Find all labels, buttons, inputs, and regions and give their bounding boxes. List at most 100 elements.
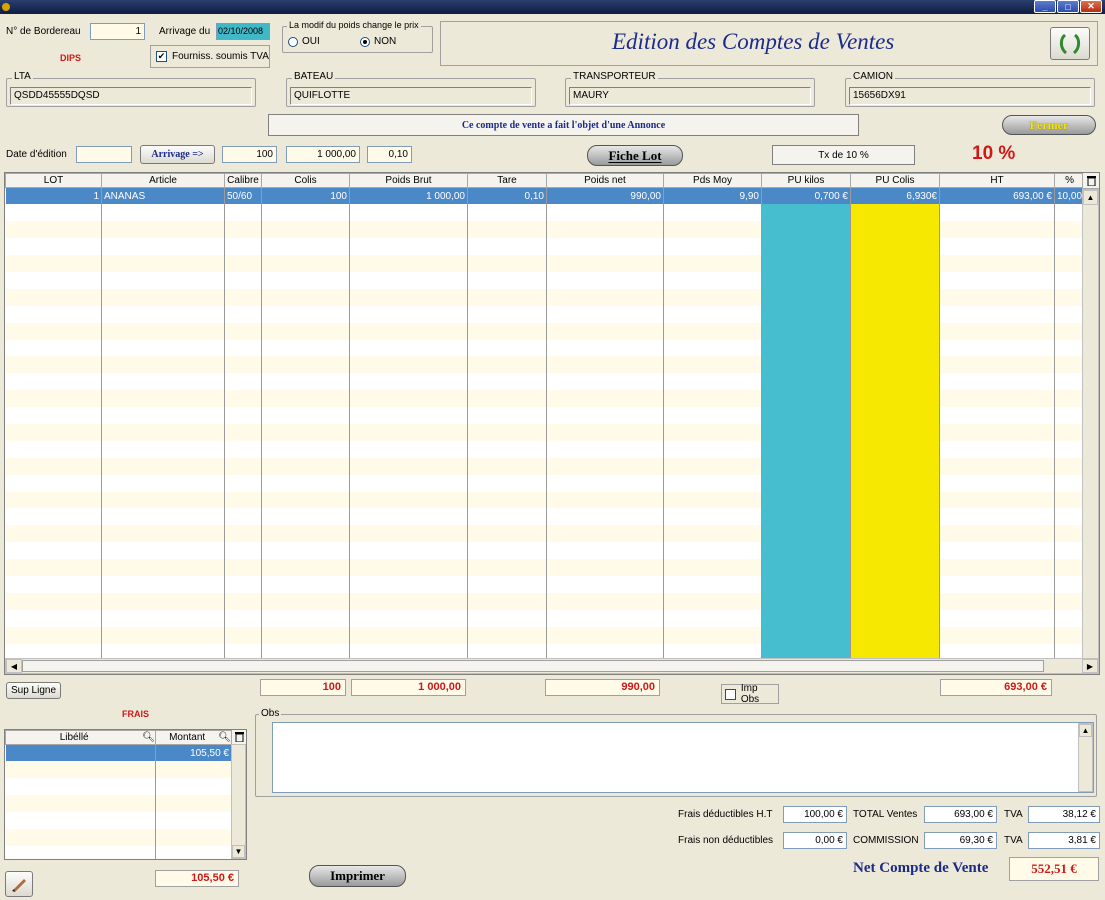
cell-pds-moy[interactable] [663,255,762,272]
cell-pds-moy[interactable] [663,339,762,357]
bordereau-input[interactable]: 1 [90,23,145,40]
cell-calibre[interactable]: 50/60 [224,187,262,205]
cell-article[interactable] [101,592,225,610]
cell-pds-moy[interactable]: 9,90 [663,187,762,205]
cell-pu-colis[interactable] [850,491,940,509]
cell-poids-brut[interactable] [349,559,468,576]
cell-calibre[interactable] [224,626,262,644]
cell-tare[interactable] [467,525,547,543]
cell-pu-kilos[interactable] [761,288,851,306]
cell-percent[interactable] [1054,525,1086,543]
cell-montant[interactable] [155,761,232,779]
table-row[interactable]: 1 ANANAS 50/60 100 1 000,00 0,10 990,00 9,90 0,7… [5,187,1086,205]
cell-calibre[interactable] [224,575,262,593]
cell-ht[interactable] [939,356,1055,374]
cell-poids-brut[interactable] [349,609,468,627]
cell-poids-net[interactable] [546,474,664,492]
cell-tare[interactable] [467,288,547,306]
table-row[interactable] [5,795,232,813]
cell-calibre[interactable] [224,373,262,391]
cell-poids-net[interactable] [546,542,664,560]
cell-pu-kilos[interactable] [761,542,851,560]
cell-article[interactable] [101,457,225,475]
table-row[interactable] [5,271,1086,289]
cell-colis[interactable] [261,609,350,627]
cell-pu-kilos[interactable] [761,491,851,509]
cell-pu-colis[interactable] [850,525,940,543]
cell-lot[interactable] [5,407,102,424]
cell-pu-colis[interactable] [850,592,940,610]
tva-checkbox[interactable]: ✔ [156,51,167,62]
cell-lot[interactable] [5,440,102,458]
cell-poids-net[interactable] [546,457,664,475]
cell-calibre[interactable] [224,238,262,256]
cell-ht[interactable] [939,221,1055,239]
cell-pu-kilos[interactable] [761,204,851,222]
cell-poids-brut[interactable] [349,491,468,509]
cell-percent[interactable] [1054,457,1086,475]
fiche-lot-button[interactable]: Fiche Lot [587,145,683,166]
cell-ht[interactable] [939,407,1055,424]
cell-pds-moy[interactable] [663,271,762,289]
cell-ht[interactable] [939,491,1055,509]
cell-calibre[interactable] [224,221,262,239]
cell-pds-moy[interactable] [663,609,762,627]
cell-lot[interactable] [5,525,102,543]
cell-poids-net[interactable]: 990,00 [546,187,664,205]
cell-ht[interactable] [939,609,1055,627]
cell-poids-net[interactable] [546,322,664,340]
cell-pds-moy[interactable] [663,373,762,391]
cell-colis[interactable] [261,491,350,509]
cell-poids-brut[interactable] [349,221,468,239]
cell-article[interactable] [101,271,225,289]
sup-ligne-button[interactable]: Sup Ligne [6,682,61,699]
cell-pu-colis[interactable] [850,221,940,239]
cell-colis[interactable] [261,288,350,306]
table-row[interactable] [5,390,1086,408]
table-row[interactable] [5,373,1086,391]
cell-pu-colis[interactable] [850,609,940,627]
cell-poids-net[interactable] [546,356,664,374]
table-row[interactable] [5,828,232,846]
arrivage-colis-input[interactable]: 100 [222,146,277,163]
cell-ht[interactable] [939,390,1055,408]
frais-trash-icon[interactable] [231,730,246,744]
cell-percent[interactable] [1054,559,1086,576]
table-row[interactable] [5,221,1086,239]
cell-pu-kilos[interactable] [761,592,851,610]
cell-pu-colis[interactable] [850,288,940,306]
cell-article[interactable] [101,491,225,509]
cell-pu-colis[interactable] [850,271,940,289]
cell-colis[interactable] [261,407,350,424]
cell-calibre[interactable] [224,542,262,560]
cell-tare[interactable] [467,221,547,239]
cell-article[interactable] [101,440,225,458]
cell-percent[interactable] [1054,221,1086,239]
cell-pds-moy[interactable] [663,542,762,560]
cell-ht[interactable] [939,559,1055,576]
cell-pds-moy[interactable] [663,440,762,458]
cell-tare[interactable] [467,339,547,357]
cell-poids-brut[interactable] [349,373,468,391]
table-row[interactable] [5,812,232,829]
cell-calibre[interactable] [224,407,262,424]
cell-poids-net[interactable] [546,271,664,289]
cell-poids-brut[interactable] [349,575,468,593]
cell-percent[interactable] [1054,423,1086,441]
cell-article[interactable]: ANANAS [101,187,225,205]
cell-percent[interactable] [1054,542,1086,560]
cell-pds-moy[interactable] [663,238,762,256]
cell-poids-brut[interactable] [349,457,468,475]
cell-ht[interactable] [939,525,1055,543]
cell-colis[interactable] [261,305,350,323]
cell-pu-colis[interactable] [850,322,940,340]
cell-article[interactable] [101,559,225,576]
cell-pu-kilos[interactable] [761,390,851,408]
cell-poids-brut[interactable] [349,322,468,340]
table-row[interactable] [5,491,1086,509]
cell-article[interactable] [101,305,225,323]
cell-lot[interactable]: 1 [5,187,102,205]
table-row[interactable] [5,204,1086,222]
cell-pu-kilos[interactable] [761,373,851,391]
cell-calibre[interactable] [224,255,262,272]
